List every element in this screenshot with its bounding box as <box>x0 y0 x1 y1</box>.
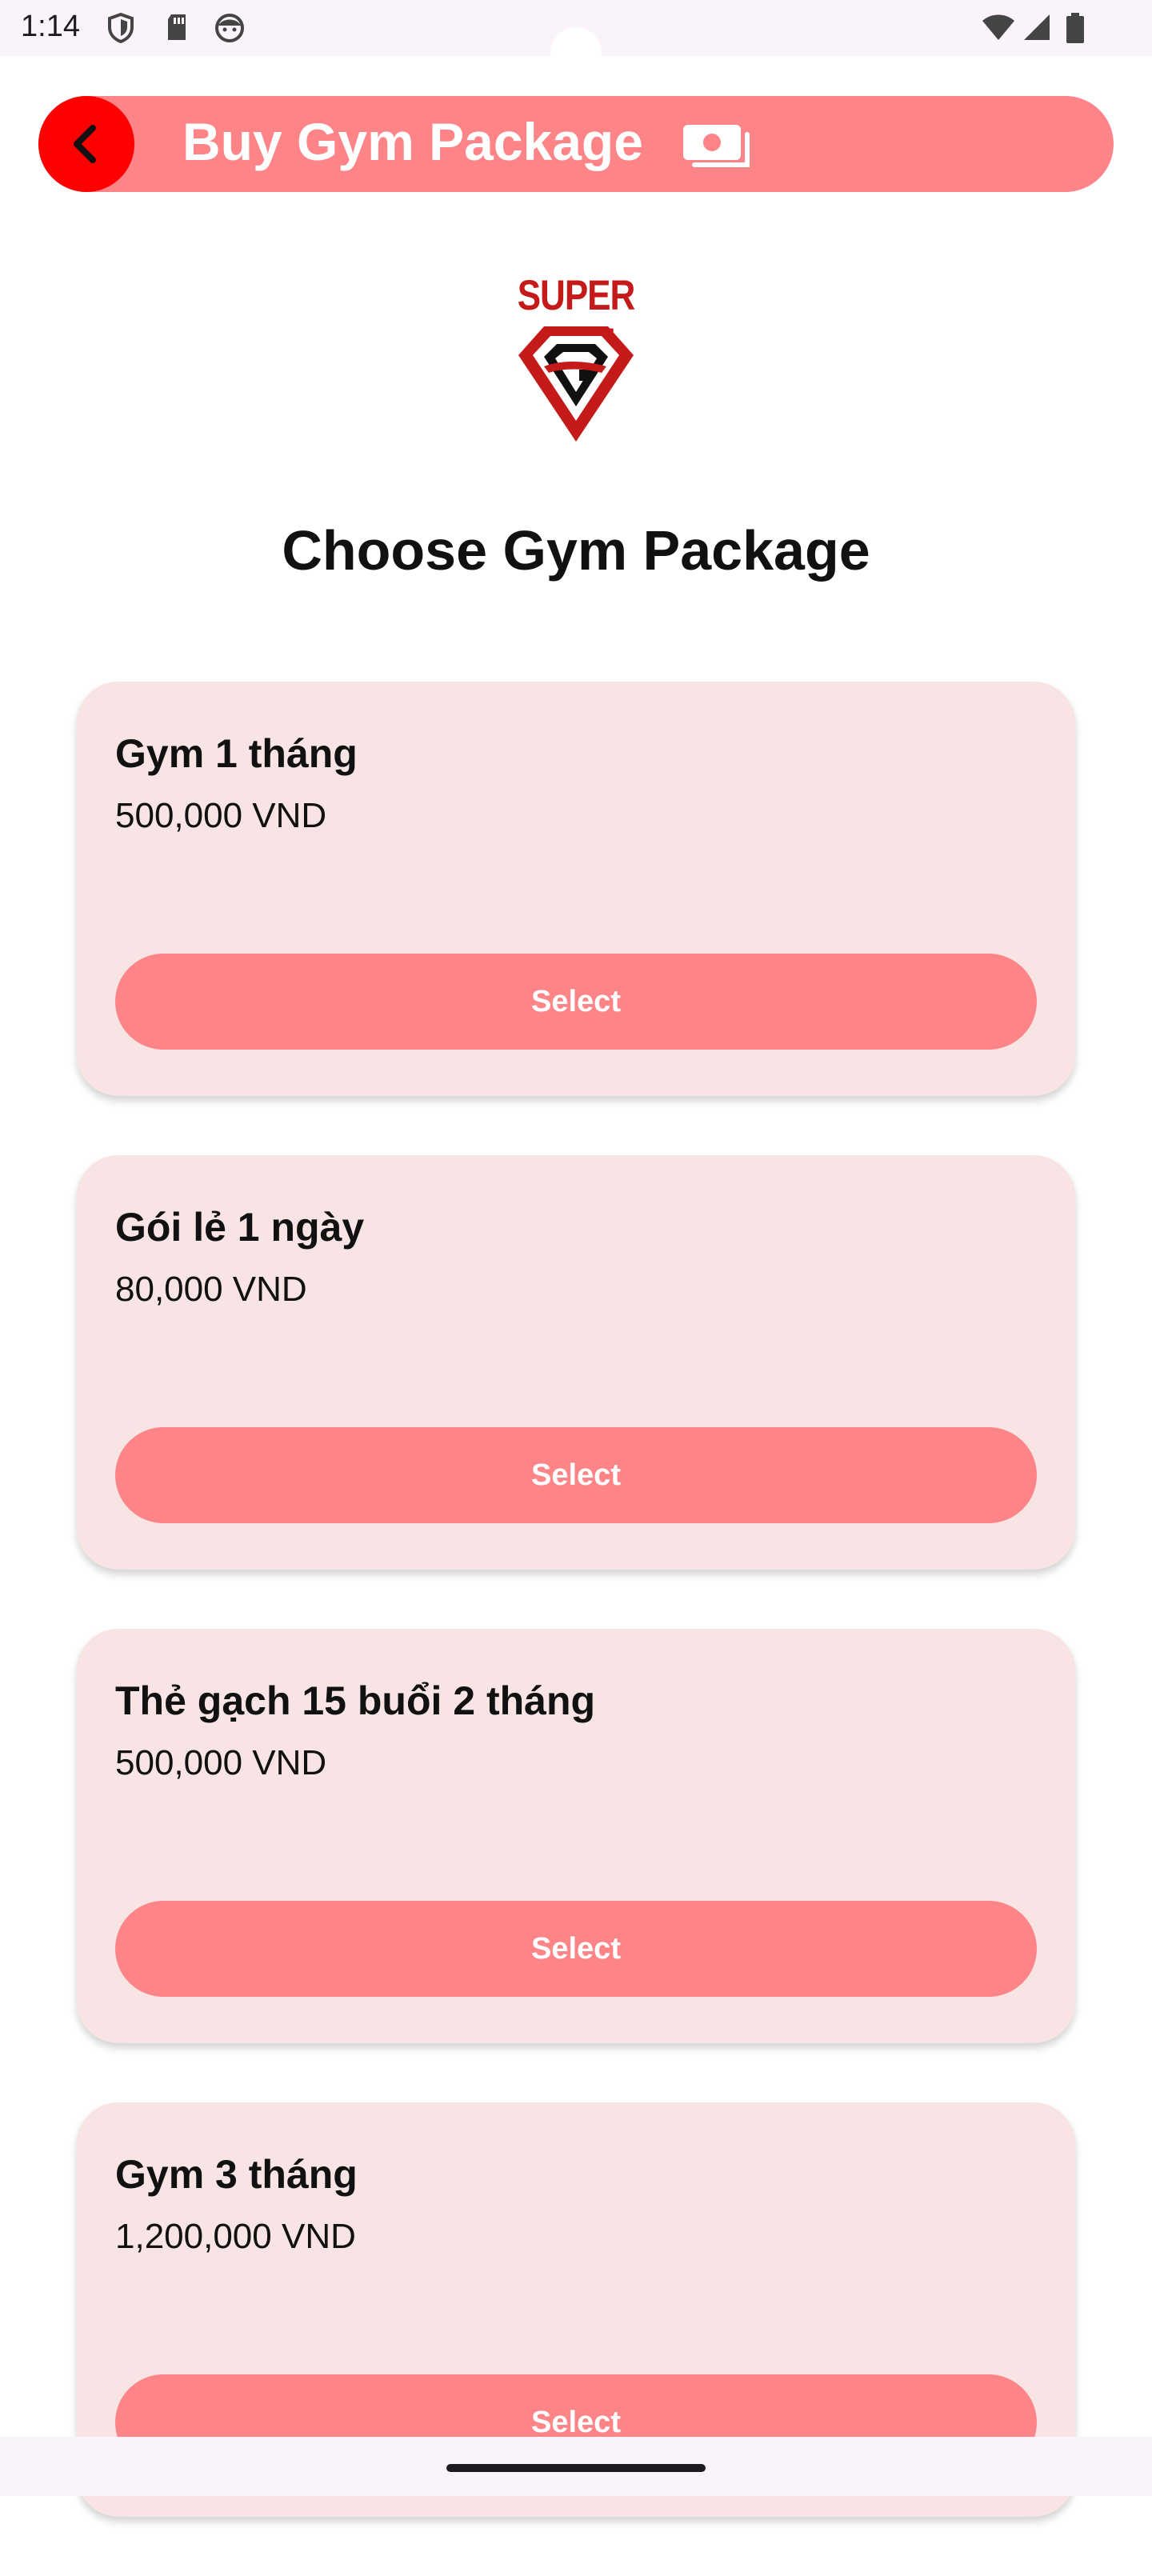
package-name: Gym 1 tháng <box>115 731 358 776</box>
battery-icon <box>1066 13 1085 47</box>
logo-emblem-icon <box>518 326 634 442</box>
select-button[interactable]: Select <box>115 954 1037 1050</box>
package-name: Thẻ gạch 15 buổi 2 tháng <box>115 1678 596 1723</box>
page-title: Choose Gym Package <box>282 519 870 582</box>
wifi-icon <box>981 13 1016 46</box>
camera-cutout <box>550 27 602 56</box>
shield-icon <box>107 12 134 47</box>
package-price: 1,200,000 VND <box>115 2217 356 2256</box>
sd-card-icon <box>165 13 189 46</box>
header-title: Buy Gym Package <box>182 112 643 171</box>
select-button[interactable]: Select <box>115 1901 1037 1997</box>
package-card: Thẻ gạch 15 buổi 2 tháng 500,000 VND Sel… <box>77 1629 1075 2043</box>
navigation-bar <box>0 2437 1152 2496</box>
package-name: Gym 3 tháng <box>115 2152 358 2197</box>
header-bar: Buy Gym Package <box>38 96 1114 192</box>
chevron-left-icon <box>74 125 96 163</box>
status-time: 1:14 <box>21 10 80 43</box>
package-price: 500,000 VND <box>115 1743 327 1782</box>
status-bar: 1:14 <box>0 0 1152 56</box>
home-gesture-handle[interactable] <box>446 2464 706 2472</box>
face-icon <box>214 13 245 47</box>
package-name: Gói lẻ 1 ngày <box>115 1205 365 1250</box>
package-price: 500,000 VND <box>115 796 327 835</box>
signal-icon <box>1022 13 1051 46</box>
money-icon <box>680 118 752 174</box>
package-card: Gói lẻ 1 ngày 80,000 VND Select <box>77 1155 1075 1570</box>
super-gym-logo: SUPER GYM <box>480 272 672 448</box>
back-button[interactable] <box>38 96 134 192</box>
package-card: Gym 1 tháng 500,000 VND Select <box>77 682 1075 1096</box>
select-button[interactable]: Select <box>115 1427 1037 1523</box>
package-price: 80,000 VND <box>115 1270 307 1309</box>
package-list: Gym 1 tháng 500,000 VND Select Gói lẻ 1 … <box>77 682 1075 2576</box>
